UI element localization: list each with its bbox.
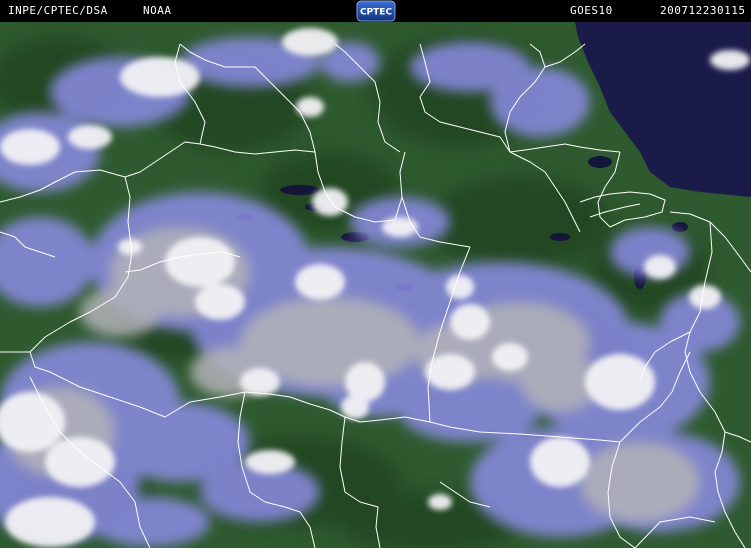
convective-cloud: [450, 304, 490, 340]
satellite-scene: [0, 22, 751, 548]
convective-cloud: [295, 264, 345, 300]
convective-cloud: [382, 217, 418, 237]
convective-cloud: [118, 239, 142, 255]
water-body: [588, 156, 612, 168]
convective-cloud: [689, 285, 721, 309]
agency-label: INPE/CPTEC/DSA: [8, 4, 108, 17]
water-body: [280, 185, 320, 195]
convective-cloud: [530, 437, 590, 487]
convective-cloud: [245, 450, 295, 474]
convective-cloud: [68, 125, 112, 149]
source-label: NOAA: [143, 4, 172, 17]
convective-cloud: [165, 237, 235, 287]
convective-cloud: [5, 497, 95, 547]
mid-cloud: [80, 287, 160, 337]
convective-cloud: [45, 437, 115, 487]
land-shade-patch: [430, 177, 610, 267]
cirrus-cloud: [90, 497, 210, 547]
mid-cloud: [580, 442, 700, 522]
convective-cloud: [0, 129, 60, 165]
water-body: [550, 233, 570, 241]
convective-cloud: [428, 494, 452, 510]
convective-cloud: [312, 188, 348, 216]
convective-cloud: [120, 57, 200, 97]
convective-cloud: [195, 284, 245, 320]
satellite-label: GOES10: [570, 4, 613, 17]
convective-cloud: [492, 343, 528, 371]
convective-cloud: [296, 97, 324, 117]
satellite-image-frame: INPE/CPTEC/DSA NOAA GOES10 200712230115 …: [0, 0, 751, 548]
convective-cloud: [282, 28, 338, 56]
cirrus-cloud: [490, 67, 590, 137]
timestamp-label: 200712230115: [660, 4, 746, 17]
convective-cloud: [644, 255, 676, 279]
water-body: [672, 222, 688, 232]
cptec-logo: CPTEC: [356, 0, 396, 22]
convective-cloud: [710, 50, 750, 70]
cirrus-cloud: [400, 382, 540, 442]
convective-cloud: [341, 395, 369, 419]
cptec-logo-text: CPTEC: [360, 8, 392, 18]
convective-cloud: [585, 354, 655, 410]
convective-cloud: [446, 275, 474, 299]
